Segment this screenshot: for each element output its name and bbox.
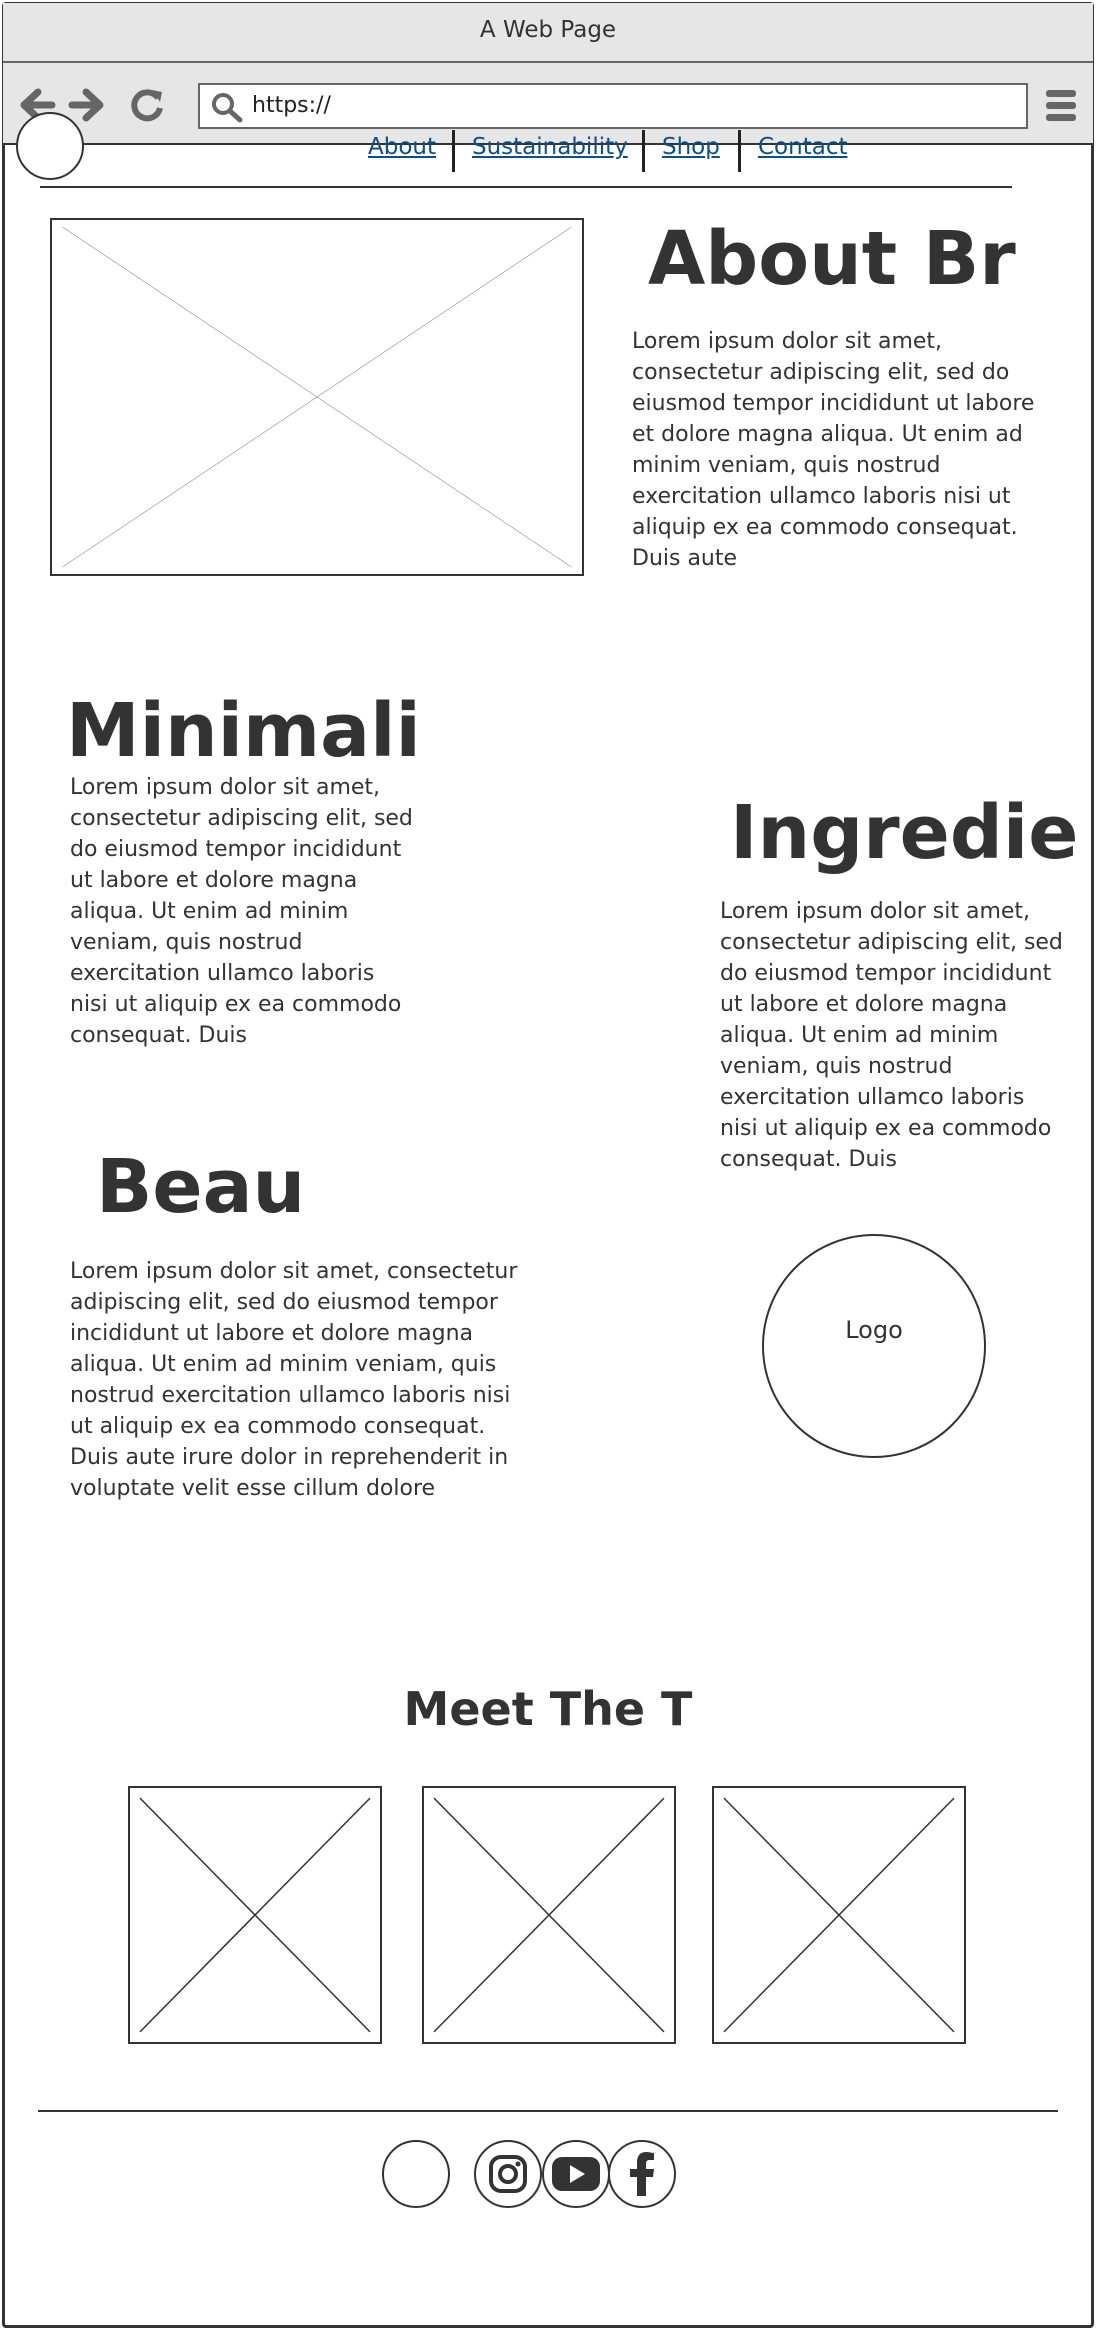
url-text: https:// [252, 93, 331, 118]
nav-divider [452, 130, 455, 172]
nav-divider [642, 130, 645, 172]
logo-label: Logo [845, 1316, 903, 1344]
nav-link-sustainability[interactable]: Sustainability [472, 134, 628, 160]
header-divider [40, 186, 1012, 188]
ingredients-text: Lorem ipsum dolor sit amet, consectetur … [720, 899, 1063, 1172]
beauty-heading: Beau [96, 1144, 306, 1230]
window-title: A Web Page [3, 3, 1093, 63]
youtube-icon[interactable] [542, 2140, 610, 2208]
url-input[interactable]: https:// [198, 83, 1028, 129]
reload-icon[interactable] [128, 86, 166, 124]
about-image-placeholder [50, 218, 584, 576]
team-member-image-placeholder [128, 1786, 382, 2044]
hamburger-menu-icon[interactable] [1044, 88, 1078, 124]
team-member-image-placeholder [712, 1786, 966, 2044]
team-member-image-placeholder [422, 1786, 676, 2044]
search-icon [212, 93, 243, 123]
nav-link-shop[interactable]: Shop [662, 134, 720, 160]
beauty-text: Lorem ipsum dolor sit amet, consectetur … [70, 1259, 518, 1501]
forward-arrow-icon[interactable] [68, 88, 106, 122]
facebook-icon[interactable] [608, 2140, 676, 2208]
instagram-icon[interactable] [474, 2140, 542, 2208]
about-heading: About Br [648, 216, 1016, 302]
logo-placeholder: Logo [762, 1234, 986, 1458]
footer-logo-placeholder[interactable] [382, 2140, 450, 2208]
minimal-text: Lorem ipsum dolor sit amet, consectetur … [70, 775, 413, 1048]
footer-divider [38, 2110, 1058, 2112]
minimal-heading: Minimali [66, 688, 421, 774]
site-logo-placeholder[interactable] [16, 112, 84, 180]
about-text: Lorem ipsum dolor sit amet, consectetur … [632, 329, 1035, 571]
ingredients-heading: Ingredie [730, 790, 1079, 876]
nav-link-contact[interactable]: Contact [758, 134, 847, 160]
team-heading: Meet The T [403, 1682, 693, 1736]
nav-link-about[interactable]: About [368, 134, 436, 160]
nav-divider [738, 130, 741, 172]
